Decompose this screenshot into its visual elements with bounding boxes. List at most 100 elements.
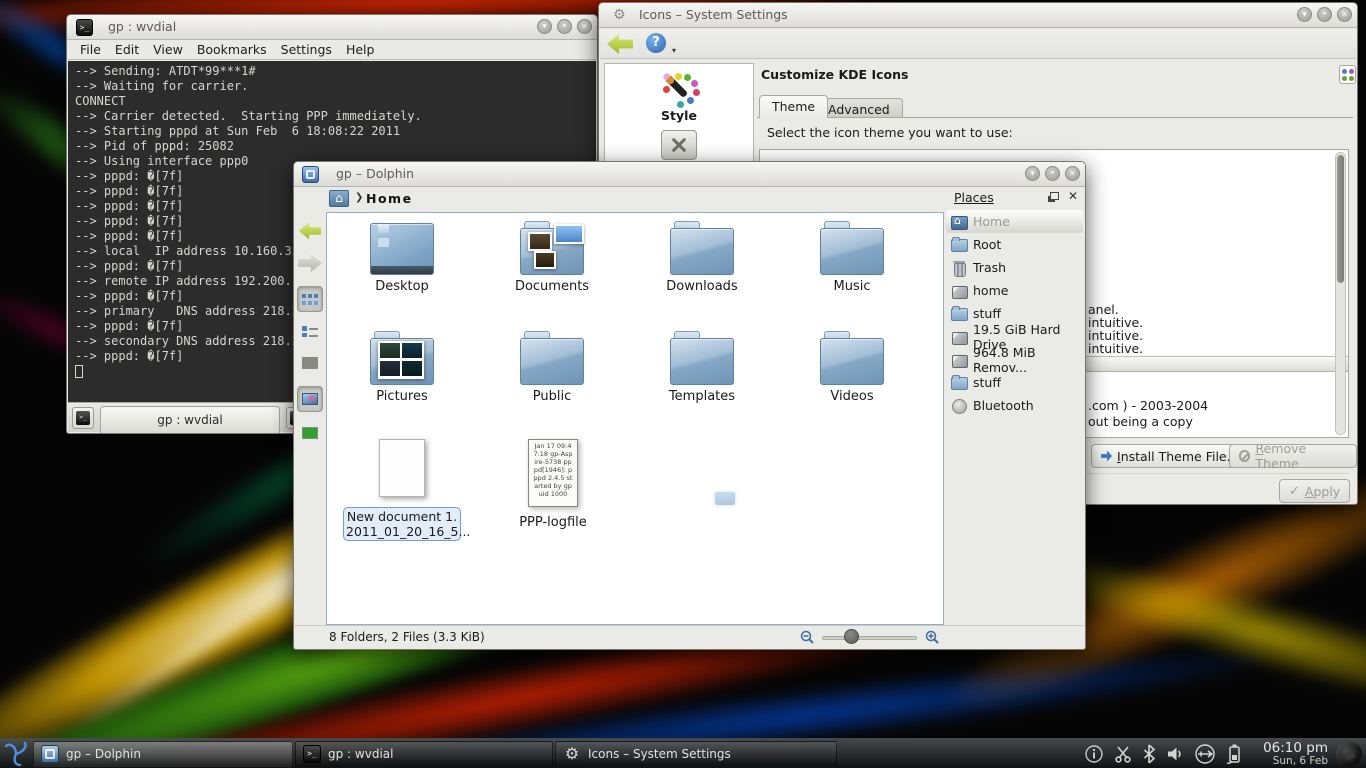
tab-theme[interactable]: Theme <box>759 95 828 118</box>
scrollbar[interactable] <box>1335 152 1346 435</box>
settings-titlebar[interactable]: ⚙ Icons – System Settings ▾ • × <box>599 3 1357 28</box>
menu-item[interactable]: Settings <box>274 42 339 57</box>
folder-view[interactable]: Desktop Documents Downloads Musi <box>326 212 944 625</box>
battery-icon[interactable] <box>1225 743 1243 765</box>
terminal-tab[interactable]: gp : wvdial <box>100 406 280 433</box>
apply-button[interactable]: ✓ Apply <box>1279 479 1350 503</box>
terminal-window-title: gp : wvdial <box>108 19 176 34</box>
folder-label: Music <box>777 279 927 294</box>
home-folder-icon[interactable]: ⌂ <box>329 190 349 207</box>
help-icon: ? <box>646 33 666 53</box>
columns-view-button[interactable] <box>297 350 323 376</box>
menu-item[interactable]: Edit <box>108 42 146 57</box>
folder-label: Documents <box>477 279 627 294</box>
forward-button[interactable] <box>297 250 323 276</box>
new-tab-button[interactable]: >_ <box>72 407 94 429</box>
clock[interactable]: 06:10 pm Sun, 6 Feb <box>1252 740 1328 767</box>
help-button[interactable]: ? ▾ <box>646 33 676 55</box>
app-launcher-button[interactable] <box>1 740 32 768</box>
menu-item[interactable]: View <box>146 42 190 57</box>
folder-item[interactable]: Public <box>477 331 627 441</box>
menu-item[interactable]: Help <box>339 42 382 57</box>
gear-icon: ⚙ <box>563 745 581 763</box>
folder-item[interactable]: Videos <box>777 331 927 441</box>
info-icon[interactable] <box>1084 744 1104 764</box>
places-panel-title: Places <box>954 190 994 205</box>
zoom-in-icon[interactable] <box>925 630 940 649</box>
places-item[interactable]: 964.8 MiB Remov... <box>946 348 1083 371</box>
terminal-line: CONNECT <box>75 94 596 109</box>
place-label: Bluetooth <box>973 398 1034 413</box>
close-button[interactable]: × <box>1337 7 1352 22</box>
place-icon <box>951 214 967 230</box>
maximize-button[interactable]: • <box>557 19 572 34</box>
tab-advanced[interactable]: Advanced <box>815 98 903 118</box>
back-button[interactable] <box>297 218 323 244</box>
dolphin-titlebar[interactable]: gp – Dolphin ▾ • × <box>294 162 1085 187</box>
preview-button[interactable] <box>297 386 323 412</box>
folder-item[interactable]: Templates <box>627 331 777 441</box>
usb-device-icon[interactable] <box>1194 743 1216 765</box>
sidebar-item-style[interactable]: Style <box>606 66 752 128</box>
sidebar-item-tools-icon[interactable] <box>661 130 697 160</box>
task-button-wvdial[interactable]: >_ gp : wvdial <box>295 741 553 767</box>
minimize-button[interactable]: ▾ <box>1297 7 1312 22</box>
close-button[interactable]: × <box>577 19 592 34</box>
dolphin-icon <box>41 745 59 763</box>
maximize-button[interactable]: • <box>1045 166 1060 181</box>
task-button-dolphin[interactable]: gp – Dolphin <box>33 741 293 767</box>
dolphin-side-toolbar <box>294 212 326 625</box>
places-item[interactable]: stuff <box>946 371 1083 394</box>
task-label: Icons – System Settings <box>588 747 731 761</box>
terminal-cursor <box>75 365 83 378</box>
back-button[interactable] <box>607 34 633 54</box>
folder-grid: Desktop Documents Downloads Musi <box>327 221 927 441</box>
file-item-ppp-logfile[interactable]: Jan 17 09:4 7:18 gp-Asp ire-5738 pp pd[1… <box>493 439 613 530</box>
volume-icon[interactable] <box>1165 744 1185 764</box>
split-view-button[interactable] <box>297 420 323 446</box>
klipper-scissors-icon[interactable] <box>1113 744 1133 764</box>
places-item[interactable]: Bluetooth <box>946 394 1083 417</box>
maximize-button[interactable]: • <box>1317 7 1332 22</box>
places-item[interactable]: Home <box>946 210 1083 233</box>
folder-label: Pictures <box>327 389 477 404</box>
place-label: home <box>973 283 1008 298</box>
bluetooth-icon[interactable] <box>1142 744 1156 764</box>
terminal-line: --> Starting pppd at Sun Feb 6 18:08:22 … <box>75 124 596 139</box>
minimize-button[interactable]: ▾ <box>537 19 552 34</box>
task-label: gp : wvdial <box>328 747 393 761</box>
folder-item[interactable]: Documents <box>477 221 627 331</box>
menu-item[interactable]: Bookmarks <box>190 42 274 57</box>
minimize-button[interactable]: ▾ <box>1025 166 1040 181</box>
file-item-new-document[interactable]: New document 1. 2011_01_20_16_5... <box>341 439 463 541</box>
icons-view-icon <box>302 293 318 305</box>
place-icon <box>951 237 967 253</box>
zoom-slider-track[interactable] <box>822 636 917 640</box>
folder-item[interactable]: Music <box>777 221 927 331</box>
task-button-system-settings[interactable]: ⚙ Icons – System Settings <box>555 741 837 767</box>
status-text: 8 Folders, 2 Files (3.3 KiB) <box>329 630 485 644</box>
scrollbar-thumb[interactable] <box>1337 155 1344 283</box>
places-item[interactable]: home <box>946 279 1083 302</box>
terminal-titlebar[interactable]: >_ gp : wvdial ▾ • × <box>67 15 597 40</box>
zoom-out-icon[interactable] <box>800 630 815 649</box>
zoom-slider-handle[interactable] <box>844 629 859 644</box>
details-view-button[interactable] <box>297 318 323 344</box>
menu-item[interactable]: File <box>73 42 108 57</box>
icons-view-button[interactable] <box>297 286 323 312</box>
float-panel-icon[interactable] <box>1050 192 1059 200</box>
close-button[interactable]: × <box>1065 166 1080 181</box>
install-theme-button[interactable]: Install Theme File... <box>1091 444 1249 468</box>
remove-theme-button[interactable]: Remove Theme <box>1229 444 1357 468</box>
breadcrumb-home[interactable]: Home <box>366 191 413 206</box>
close-panel-icon[interactable]: ✕ <box>1068 189 1078 203</box>
folder-icon <box>520 331 584 385</box>
folder-item[interactable]: Desktop <box>327 221 477 331</box>
places-item[interactable]: Root <box>946 233 1083 256</box>
folder-item[interactable]: Downloads <box>627 221 777 331</box>
theme-list-text: intuitive. <box>1088 341 1143 356</box>
places-item[interactable]: Trash <box>946 256 1083 279</box>
folder-item[interactable]: Pictures <box>327 331 477 441</box>
panel-toolbox-cashew-icon[interactable] <box>1336 741 1362 767</box>
place-label: Home <box>973 214 1010 229</box>
